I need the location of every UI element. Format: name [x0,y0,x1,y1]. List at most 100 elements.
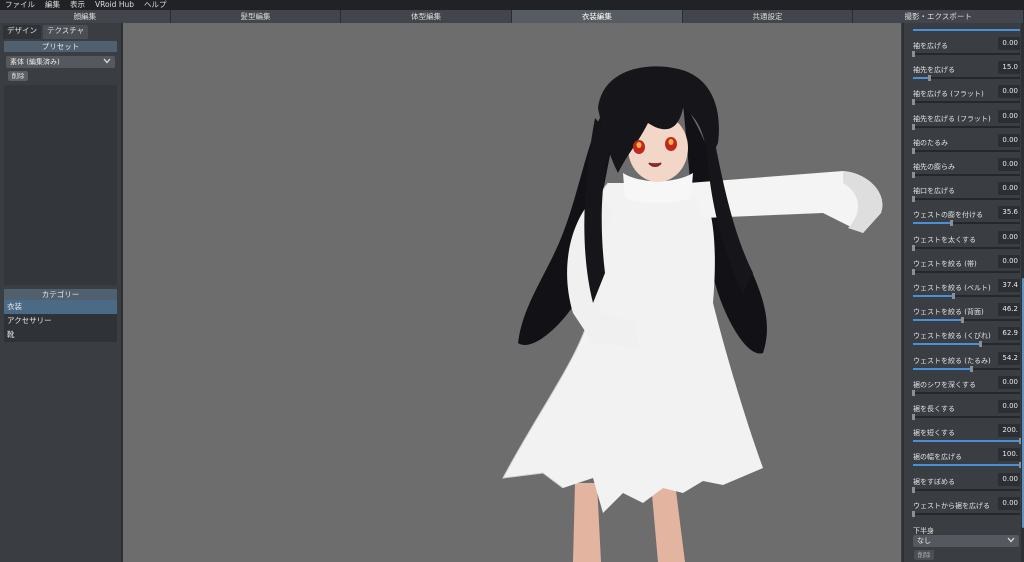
param-value-input[interactable]: 0.00 [998,472,1020,486]
param-label: 袖口を広げる [913,187,955,196]
param-slider-knob[interactable] [912,389,915,396]
param-value-input[interactable]: 0.00 [998,400,1020,413]
param-slider[interactable] [912,147,1020,154]
param-slider[interactable] [913,341,1020,348]
param-slider[interactable] [912,389,1020,396]
tab-design[interactable]: デザイン [3,25,41,39]
param-slider[interactable] [913,75,1020,82]
category-header[interactable]: カテゴリー [4,289,117,300]
param-value-input[interactable]: 0.00 [998,133,1020,147]
param-slider-knob[interactable] [912,268,915,275]
chevron-down-icon [103,58,111,66]
param-value-input[interactable]: 0.00 [998,37,1020,50]
param-slider[interactable] [912,172,1020,178]
param-value-input[interactable]: 0.00 [998,254,1020,268]
param-slider[interactable] [913,293,1020,299]
param-value-input[interactable]: 0.00 [998,85,1020,99]
param-row: ウェストの膨を付ける 35.6 [911,206,1020,230]
preset-select[interactable]: 素体 (編集済み) [6,56,115,68]
editor-tab-bar: 顔編集 髪型編集 体型編集 衣装編集 共通設定 撮影・エクスポート [0,10,1024,23]
param-value-input[interactable]: 0.00 [998,182,1020,196]
param-slider[interactable] [912,510,1020,517]
editor-tab[interactable]: 顔編集 [0,10,171,23]
param-row: 裾を長くする 0.00 [911,400,1020,424]
param-slider-knob[interactable] [912,99,915,106]
param-value-input[interactable]: 0.00 [998,496,1020,510]
preset-select-value: 素体 (編集済み) [10,58,60,66]
param-slider-knob[interactable] [928,75,932,82]
param-row: 袖先を広げる (フラット) 0.00 [911,109,1020,134]
param-slider[interactable] [912,123,1020,130]
param-value-input[interactable]: 100. [998,448,1020,462]
param-value-input[interactable]: 15.0 [998,61,1020,75]
lower-body-delete-button[interactable]: 削除 [914,550,934,560]
param-slider[interactable] [912,244,1020,251]
editor-tab[interactable]: 撮影・エクスポート [853,10,1024,23]
param-slider[interactable] [912,51,1020,57]
tab-texture[interactable]: テクスチャ [43,25,89,39]
param-value-input[interactable]: 54.2 [998,351,1020,365]
param-slider[interactable] [912,414,1020,420]
param-value-input[interactable]: 62.9 [998,327,1020,341]
3d-viewport[interactable] [123,23,901,562]
param-slider-fill [913,295,954,297]
menu-item[interactable]: ヘルプ [139,0,172,10]
lower-body-select[interactable]: なし [913,535,1019,547]
param-slider[interactable] [912,196,1020,203]
preset-header[interactable]: プリセット [4,41,117,52]
param-slider[interactable] [913,462,1022,469]
param-slider-knob[interactable] [912,244,915,251]
param-slider-knob[interactable] [912,196,915,203]
param-slider-knob[interactable] [969,365,973,372]
param-value-input[interactable]: 0.00 [998,109,1020,123]
param-slider[interactable] [913,317,1020,324]
param-slider[interactable] [912,268,1020,275]
preset-area [4,85,117,285]
param-slider-knob[interactable] [912,147,915,154]
param-label: 裾のシワを深くする [913,380,976,389]
menu-item[interactable]: ファイル [0,0,40,10]
param-row: 袖を広げる (フラット) 0.00 [911,85,1020,109]
menu-item[interactable]: 表示 [65,0,90,10]
param-slider-knob[interactable] [961,317,965,324]
editor-tab[interactable]: 衣装編集 [512,10,683,23]
param-value-input[interactable]: 46.2 [998,303,1020,317]
param-slider-knob[interactable] [950,220,954,227]
param-slider-fill [913,319,963,322]
param-slider-knob[interactable] [912,414,915,420]
param-slider[interactable] [912,99,1020,106]
preset-delete-button[interactable]: 削除 [8,71,28,81]
param-label: 袖を広げる (フラット) [913,90,984,99]
param-value-input[interactable]: 35.6 [998,206,1020,220]
param-slider[interactable] [912,486,1020,493]
param-slider[interactable] [913,220,1020,227]
param-slider-fill [913,367,971,370]
category-item[interactable]: 靴 [4,328,117,342]
param-value-input[interactable]: 0.00 [998,375,1020,389]
param-slider-knob[interactable] [912,123,915,130]
param-slider-knob[interactable] [912,51,915,57]
param-label: 裾を短くする [913,429,955,438]
editor-tab[interactable]: 体型編集 [341,10,513,23]
design-texture-tabs: デザイン テクスチャ [0,23,121,39]
param-slider[interactable] [913,365,1020,372]
param-value-input[interactable]: 200. [998,424,1020,438]
param-value-input[interactable]: 0.00 [998,158,1020,171]
param-label: ウェストを絞る (帯) [913,259,977,268]
param-slider-knob[interactable] [912,510,915,517]
param-slider[interactable] [913,438,1022,445]
param-slider-knob[interactable] [979,341,983,348]
menu-item[interactable]: VRoid Hub [90,0,139,10]
param-label: ウェストを絞る (ベルト) [913,284,991,292]
param-value-input[interactable]: 37.4 [998,279,1020,292]
category-item[interactable]: 衣装 [4,300,117,314]
editor-tab[interactable]: 共通設定 [682,10,854,23]
param-value-input[interactable]: 0.00 [998,230,1020,244]
menu-item[interactable]: 編集 [40,0,65,10]
param-row: 裾をすぼめる 0.00 [911,472,1020,497]
param-slider-knob[interactable] [952,293,956,299]
param-slider-knob[interactable] [912,486,915,493]
editor-tab[interactable]: 髪型編集 [170,10,342,23]
param-slider-knob[interactable] [912,172,915,178]
category-item[interactable]: アクセサリー [4,314,117,328]
